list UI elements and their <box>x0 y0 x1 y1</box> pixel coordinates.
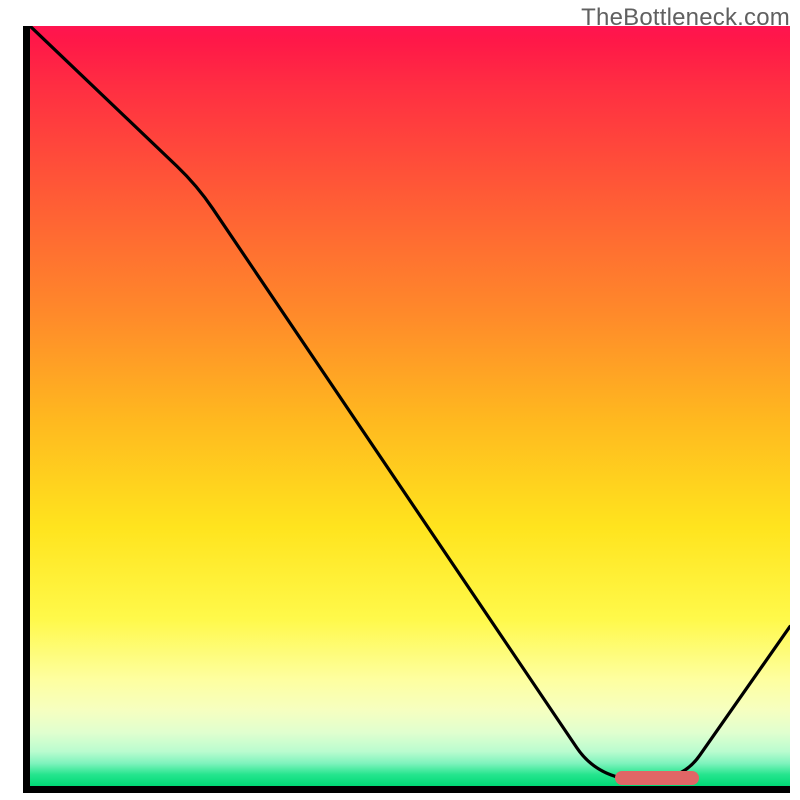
optimal-range-marker <box>615 771 699 785</box>
plot-area <box>30 26 790 786</box>
bottleneck-curve <box>30 26 790 786</box>
watermark-label: TheBottleneck.com <box>581 4 790 32</box>
plot-axes <box>23 26 790 793</box>
chart-frame: TheBottleneck.com <box>0 0 800 800</box>
